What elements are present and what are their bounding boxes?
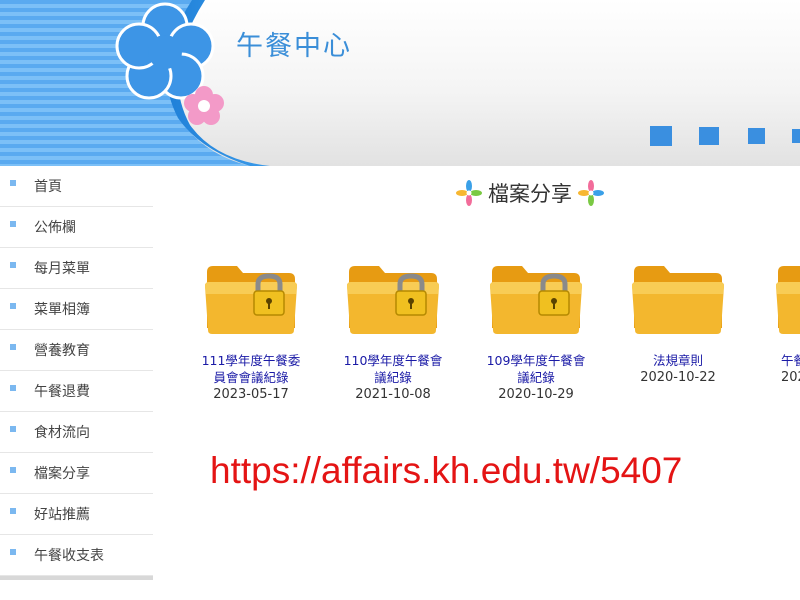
locked-folder-icon: [490, 266, 582, 334]
folder-name[interactable]: 法規章則: [608, 352, 748, 369]
sidebar-item-label: 好站推薦: [34, 507, 90, 523]
folder-name-line: 110學年度午餐會: [343, 353, 443, 368]
locked-folder-icon: [205, 266, 297, 334]
folder-icon: [632, 266, 724, 334]
sidebar-item-label: 首頁: [34, 179, 62, 195]
sidebar-item-label: 食材流向: [34, 425, 90, 441]
header-square-decoration: [792, 129, 800, 143]
pinwheel-icon: [456, 180, 482, 206]
sidebar-item-label: 檔案分享: [34, 466, 90, 482]
folder-date: 2021-10-08: [355, 387, 431, 402]
sidebar-item-label: 營養教育: [34, 343, 90, 359]
folder-name-line: 議紀錄: [517, 370, 555, 385]
bullet-icon: [10, 344, 16, 350]
folder-date: 2020-10-22: [640, 370, 716, 385]
folder-name-line: 109學年度午餐會: [486, 353, 586, 368]
folder-name[interactable]: 109學年度午餐會 議紀錄: [466, 352, 606, 386]
bullet-icon: [10, 467, 16, 473]
folder-name[interactable]: 110學年度午餐會 議紀錄: [323, 352, 463, 386]
section-title: 檔案分享: [488, 182, 572, 206]
bullet-icon: [10, 180, 16, 186]
sidebar-item-home[interactable]: 首頁: [0, 166, 153, 207]
sidebar-item-recommended-sites[interactable]: 好站推薦: [0, 494, 153, 535]
sidebar-item-label: 午餐收支表: [34, 548, 104, 564]
site-title: 午餐中心: [236, 31, 352, 62]
sidebar-item-bulletin[interactable]: 公佈欄: [0, 207, 153, 248]
header-square-decoration: [699, 127, 719, 145]
folder-item[interactable]: 法規章則 2020-10-22: [608, 262, 748, 386]
sidebar-item-label: 每月菜單: [34, 261, 90, 277]
folder-item[interactable]: 午餐 202: [750, 262, 800, 386]
sidebar-item-menu-album[interactable]: 菜單相簿: [0, 289, 153, 330]
folder-icon: [776, 266, 800, 334]
header-square-decoration: [650, 126, 672, 146]
sidebar-nav: 首頁 公佈欄 每月菜單 菜單相簿 營養教育 午餐退費 食材流向 檔案分享 好站推…: [0, 166, 153, 580]
sidebar-item-nutrition-education[interactable]: 營養教育: [0, 330, 153, 371]
folder-item[interactable]: 109學年度午餐會 議紀錄 2020-10-29: [466, 262, 606, 403]
folder-item[interactable]: 111學年度午餐委 員會會議紀錄 2023-05-17: [181, 262, 321, 403]
pinwheel-icon: [578, 180, 604, 206]
folder-date: 202: [781, 370, 800, 385]
folder-date: 2020-10-29: [498, 387, 574, 402]
folder-name-line: 法規章則: [652, 353, 703, 368]
section-heading: 檔案分享: [456, 176, 604, 210]
bullet-icon: [10, 508, 16, 514]
header-square-decoration: [748, 128, 765, 144]
folder-name-line: 議紀錄: [374, 370, 412, 385]
folder-item[interactable]: 110學年度午餐會 議紀錄 2021-10-08: [323, 262, 463, 403]
bullet-icon: [10, 262, 16, 268]
sidebar-item-label: 午餐退費: [34, 384, 90, 400]
folder-name-line: 午餐: [781, 353, 800, 368]
sidebar-item-ingredient-flow[interactable]: 食材流向: [0, 412, 153, 453]
sidebar-item-monthly-menu[interactable]: 每月菜單: [0, 248, 153, 289]
bullet-icon: [10, 385, 16, 391]
locked-folder-icon: [347, 266, 439, 334]
bullet-icon: [10, 426, 16, 432]
sidebar-item-file-share[interactable]: 檔案分享: [0, 453, 153, 494]
site-url-text: https://affairs.kh.edu.tw/5407: [210, 450, 683, 491]
sidebar-divider: [0, 576, 153, 580]
header-banner-art: [0, 0, 270, 166]
bullet-icon: [10, 303, 16, 309]
sidebar-item-lunch-refund[interactable]: 午餐退費: [0, 371, 153, 412]
folder-clip: 午餐 202: [750, 262, 800, 402]
folder-name-line: 員會會議紀錄: [213, 370, 289, 385]
folder-date: 2023-05-17: [213, 387, 289, 402]
bullet-icon: [10, 549, 16, 555]
sidebar-item-lunch-budget[interactable]: 午餐收支表: [0, 535, 153, 576]
folder-name[interactable]: 午餐: [750, 352, 800, 369]
bullet-icon: [10, 221, 16, 227]
folder-name-line: 111學年度午餐委: [201, 353, 301, 368]
sidebar-item-label: 菜單相簿: [34, 302, 90, 318]
folder-name[interactable]: 111學年度午餐委 員會會議紀錄: [181, 352, 321, 386]
site-header: 午餐中心: [0, 0, 800, 166]
sidebar-item-label: 公佈欄: [34, 220, 76, 236]
